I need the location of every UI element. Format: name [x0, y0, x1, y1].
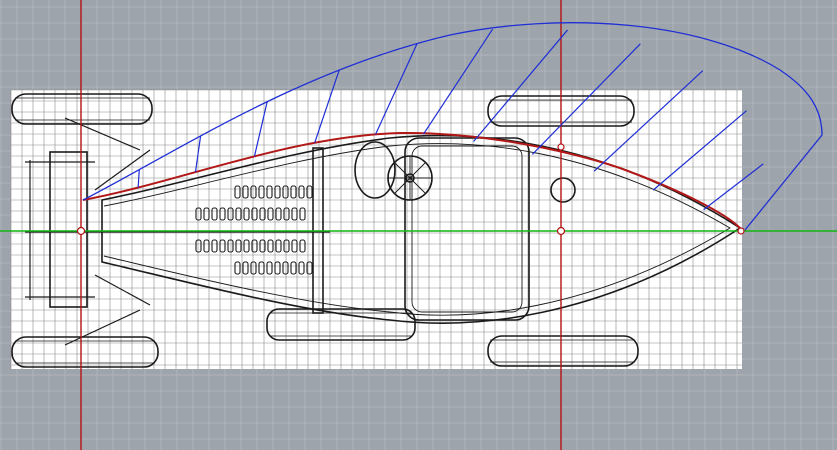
- viewport-canvas[interactable]: [0, 0, 837, 450]
- curve-control-point[interactable]: [557, 143, 565, 151]
- nose-tip-point[interactable]: [737, 227, 745, 235]
- origin-point[interactable]: [76, 226, 86, 236]
- axle-reference-point[interactable]: [556, 226, 566, 236]
- modeling-viewport[interactable]: [0, 0, 837, 450]
